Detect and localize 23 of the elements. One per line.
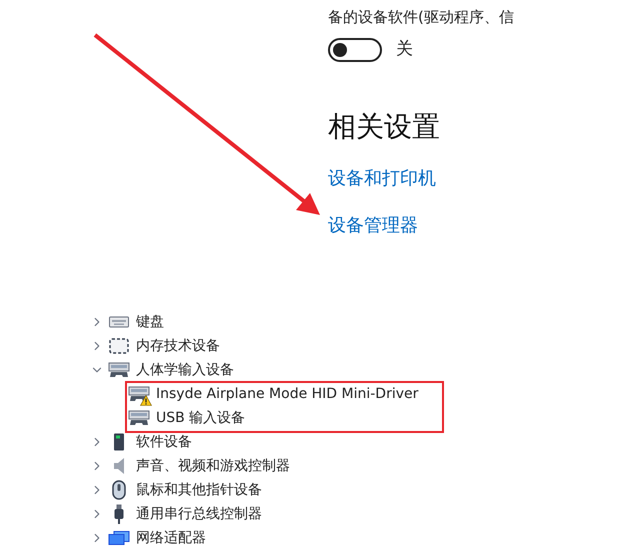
device-tree-label[interactable]: USB 输入设备 — [156, 408, 246, 428]
description-text: 备的设备软件(驱动程序、信 — [328, 7, 514, 28]
device-tree-label[interactable]: 内存技术设备 — [136, 336, 220, 356]
toggle-switch[interactable] — [328, 38, 382, 62]
device-tree-label[interactable]: 键盘 — [136, 312, 164, 332]
device-tree-label[interactable]: 声音、视频和游戏控制器 — [136, 456, 290, 476]
usb-plug-icon — [114, 504, 124, 524]
toggle-label: 关 — [396, 38, 413, 62]
device-tree-label[interactable]: 鼠标和其他指针设备 — [136, 480, 262, 500]
keyboard-icon — [109, 316, 129, 328]
chip-icon — [109, 338, 129, 354]
device-tree-label[interactable]: Insyde Airplane Mode HID Mini-Driver — [156, 384, 418, 404]
section-heading: 相关设置 — [328, 109, 440, 145]
settings-link[interactable]: 设备和打印机 — [328, 167, 436, 191]
network-icon — [108, 531, 130, 545]
mouse-icon — [112, 480, 126, 500]
speaker-icon — [113, 457, 125, 475]
device-tree-label[interactable]: 通用串行总线控制器 — [136, 504, 262, 524]
device-tree-label[interactable]: 人体学输入设备 — [136, 360, 234, 380]
tower-icon — [113, 433, 125, 451]
device-tree-label[interactable]: 软件设备 — [136, 432, 192, 452]
device-tree-label[interactable]: 网络适配器 — [136, 528, 206, 548]
settings-link[interactable]: 设备管理器 — [328, 214, 418, 238]
